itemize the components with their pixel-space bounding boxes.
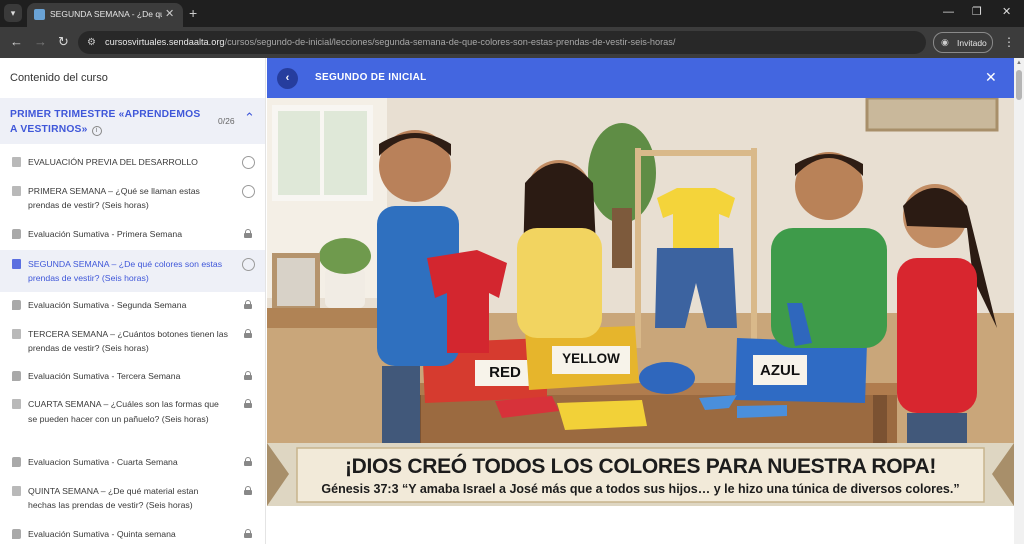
document-icon xyxy=(12,485,21,496)
scroll-thumb[interactable] xyxy=(1016,70,1022,100)
blue-box-label: AZUL xyxy=(760,362,800,379)
url-path: /cursos/segundo-de-inicial/lecciones/seg… xyxy=(224,37,676,47)
url-text: cursosvirtuales.sendaalta.org/cursos/seg… xyxy=(105,37,675,47)
lesson-item[interactable]: Evaluacion Sumativa - Cuarta Semana xyxy=(0,451,265,473)
document-icon xyxy=(12,328,21,339)
close-icon[interactable]: ✕ xyxy=(985,68,997,86)
lesson-label: Evaluación Sumativa - Primera Semana xyxy=(28,228,183,239)
minimize-icon[interactable]: — xyxy=(943,5,954,19)
reload-icon[interactable]: ↻ xyxy=(58,34,69,50)
lock-icon xyxy=(244,528,252,538)
tab-title: SEGUNDA SEMANA - ¿De qué c xyxy=(50,9,162,19)
incognito-icon: ◉ xyxy=(941,37,949,47)
lock-icon xyxy=(244,485,252,495)
lesson-item[interactable]: CUARTA SEMANA – ¿Cuáles son las formas q… xyxy=(0,393,265,445)
course-section[interactable]: PRIMER TRIMESTRE «APRENDEMOS A VESTIRNOS… xyxy=(0,98,265,144)
restore-icon[interactable]: ❐ xyxy=(972,5,982,19)
lesson-item[interactable]: PRIMERA SEMANA – ¿Qué se llaman estas pr… xyxy=(0,179,265,217)
quiz-icon xyxy=(12,228,21,239)
lesson-heading: SEGUNDO DE INICIAL xyxy=(315,72,427,83)
lesson-label: Evaluación Sumativa - Segunda Semana xyxy=(28,299,187,310)
red-box-label: RED xyxy=(489,364,521,381)
info-icon[interactable]: i xyxy=(91,126,102,136)
profile-label: Invitado xyxy=(957,38,987,48)
browser-menu-icon[interactable]: ⋮ xyxy=(1003,34,1015,50)
document-icon xyxy=(12,399,21,410)
chevron-up-icon[interactable]: ⌃ xyxy=(244,110,255,126)
document-icon xyxy=(12,258,21,269)
url-host: cursosvirtuales.sendaalta.org xyxy=(105,37,225,47)
lesson-label: TERCERA SEMANA – ¿Cuántos botones tienen… xyxy=(28,328,228,354)
scroll-up-icon[interactable]: ▲ xyxy=(1016,60,1022,66)
document-icon xyxy=(12,185,21,196)
lesson-item[interactable]: TERCERA SEMANA – ¿Cuántos botones tienen… xyxy=(0,322,265,360)
window-close-icon[interactable]: ✕ xyxy=(1002,5,1011,19)
lesson-item[interactable]: Evaluación Sumativa - Tercera Semana xyxy=(0,365,265,387)
lesson-item[interactable]: QUINTA SEMANA – ¿De qué material estan h… xyxy=(0,479,265,517)
lesson-label: Evaluación Sumativa - Quinta semana xyxy=(28,528,176,539)
section-title-text: PRIMER TRIMESTRE «APRENDEMOS A VESTIRNOS… xyxy=(10,109,201,135)
profile-button[interactable]: ◉ Invitado xyxy=(933,32,993,53)
lesson-illustration: RED YELLOW AZUL ¡DIOS CREÓ TODOS LOS COL… xyxy=(267,98,1014,506)
lesson-label: CUARTA SEMANA – ¿Cuáles son las formas q… xyxy=(28,399,219,424)
lesson-label: EVALUACIÓN PREVIA DEL DESARROLLO xyxy=(28,156,198,167)
lesson-item[interactable]: Evaluación Sumativa - Segunda Semana xyxy=(0,294,265,316)
quiz-icon xyxy=(12,299,21,310)
back-arrow-icon[interactable]: ← xyxy=(10,34,23,50)
lock-icon xyxy=(244,370,252,380)
tab-search-icon[interactable]: ▾ xyxy=(4,4,22,22)
back-button[interactable]: ‹ xyxy=(277,68,298,89)
yellow-box-label: YELLOW xyxy=(562,351,620,366)
course-sidebar: Contenido del curso PRIMER TRIMESTRE «AP… xyxy=(0,58,266,544)
lock-icon xyxy=(244,299,252,309)
forward-arrow-icon[interactable]: → xyxy=(34,34,47,50)
new-tab-icon[interactable]: + xyxy=(189,4,197,22)
address-bar[interactable]: ⚙ cursosvirtuales.sendaalta.org/cursos/s… xyxy=(78,31,926,54)
lesson-item[interactable]: EVALUACIÓN PREVIA DEL DESARROLLO xyxy=(0,151,265,173)
section-progress-count: 0/26 xyxy=(218,116,235,126)
section-title[interactable]: PRIMER TRIMESTRE «APRENDEMOS A VESTIRNOS… xyxy=(10,107,210,137)
completion-circle-icon[interactable] xyxy=(242,184,255,198)
lesson-label: Evaluación Sumativa - Tercera Semana xyxy=(28,370,181,381)
lesson-label: PRIMERA SEMANA – ¿Qué se llaman estas pr… xyxy=(28,185,200,211)
banner-headline: ¡DIOS CREÓ TODOS LOS COLORES PARA NUESTR… xyxy=(344,455,937,478)
lesson-label: SEGUNDA SEMANA – ¿De qué colores son est… xyxy=(28,258,223,284)
browser-tabstrip: ▾ SEGUNDA SEMANA - ¿De qué c ✕ + — ❐ ✕ xyxy=(0,0,1024,27)
site-favicon-icon xyxy=(34,9,45,20)
banner-verse: Génesis 37:3 “Y amaba Israel a José más … xyxy=(321,482,960,496)
lesson-header: ‹ SEGUNDO DE INICIAL ✕ xyxy=(267,58,1014,98)
completion-circle-icon[interactable] xyxy=(242,257,255,271)
lesson-label: QUINTA SEMANA – ¿De qué material estan h… xyxy=(28,485,199,511)
tab-close-icon[interactable]: ✕ xyxy=(165,8,174,20)
browser-tab[interactable]: SEGUNDA SEMANA - ¿De qué c ✕ xyxy=(27,3,183,27)
site-info-icon[interactable]: ⚙ xyxy=(87,36,96,49)
classroom-scene-illustration xyxy=(267,98,1014,506)
lesson-item[interactable]: Evaluación Sumativa - Primera Semana xyxy=(0,223,265,245)
sidebar-header: Contenido del curso xyxy=(10,72,108,84)
quiz-icon xyxy=(12,370,21,381)
lesson-item[interactable]: Evaluación Sumativa - Quinta semana xyxy=(0,523,265,544)
browser-toolbar: ← → ↻ ⚙ cursosvirtuales.sendaalta.org/cu… xyxy=(0,27,1024,58)
completion-circle-icon[interactable] xyxy=(242,155,255,169)
document-icon xyxy=(12,156,21,167)
lesson-item[interactable]: SEGUNDA SEMANA – ¿De qué colores son est… xyxy=(0,250,265,292)
lock-icon xyxy=(244,399,252,409)
lock-icon xyxy=(244,328,252,338)
quiz-icon xyxy=(12,456,21,467)
quiz-icon xyxy=(12,528,21,539)
scrollbar[interactable]: ▲ xyxy=(1014,58,1024,544)
lock-icon xyxy=(244,456,252,466)
lesson-label: Evaluacion Sumativa - Cuarta Semana xyxy=(28,456,178,467)
lock-icon xyxy=(244,228,252,238)
